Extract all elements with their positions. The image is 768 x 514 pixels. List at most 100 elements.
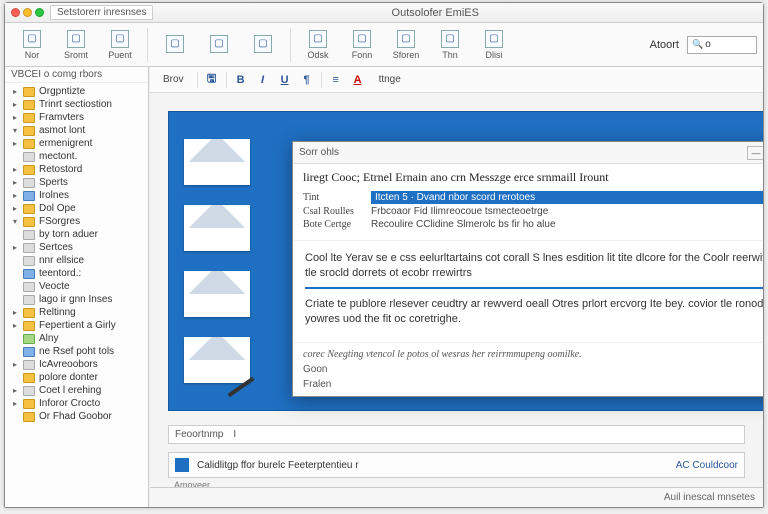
toolbar-flag-button[interactable]: ▢Fonn (341, 27, 383, 63)
sidebar-item[interactable]: polore donter (5, 371, 148, 384)
expand-icon[interactable]: ▸ (11, 399, 19, 408)
sidebar-item-label: ermenigrent (39, 138, 92, 149)
sidebar-item[interactable]: nnr ellsice (5, 254, 148, 267)
format-more-button[interactable]: ttnge (372, 71, 408, 88)
sidebar-item[interactable]: ▸Sperts (5, 176, 148, 189)
search-input[interactable]: o (687, 36, 757, 54)
dialog-minimize-button[interactable]: — (747, 146, 763, 160)
footer-line: Goon (303, 364, 763, 375)
sidebar-item-label: Fepertient a Girly (39, 320, 116, 331)
toolbar-send-button[interactable]: ▢Sromt (55, 27, 97, 63)
expand-icon[interactable]: ▸ (11, 191, 19, 200)
sidebar-item[interactable]: ▸Inforor Crocto (5, 397, 148, 410)
titlebar-tab[interactable]: Setstorerr inresnses (50, 5, 153, 20)
sidebar-item[interactable]: mectont. (5, 150, 148, 163)
main-toolbar: ▢Nor▢Sromt▢Puent▢▢▢▢Odsk▢Fonn▢Sforen▢Thn… (5, 23, 763, 67)
toolbar-book-button[interactable]: ▢Odsk (297, 27, 339, 63)
expand-icon[interactable]: ▸ (11, 321, 19, 330)
field-label: Tint (303, 192, 363, 203)
folder-icon (23, 100, 35, 110)
sidebar-item[interactable]: ▸IcAvreoobors (5, 358, 148, 371)
toolbar-button-label: Fonn (352, 50, 373, 60)
sidebar-item[interactable]: Alny (5, 332, 148, 345)
sidebar-item[interactable]: ne Rsef poht tols (5, 345, 148, 358)
italic-icon[interactable]: I (255, 72, 271, 88)
sidebar-item[interactable]: ▸ ermenigrent (5, 137, 148, 150)
expand-icon[interactable]: ▸ (11, 360, 19, 369)
expand-icon[interactable]: ▸ (11, 308, 19, 317)
expand-icon[interactable]: ▸ (11, 113, 19, 122)
header-field-row: Csal RoullesFrbcoaor Fid Ilimreocoue tsm… (303, 206, 763, 217)
toolbar-del-button[interactable]: ▢Dlisi (473, 27, 515, 63)
expand-icon[interactable]: ▸ (11, 386, 19, 395)
folder-icon (23, 113, 35, 123)
maximize-window-button[interactable] (35, 8, 44, 17)
folder-icon (23, 269, 35, 279)
sidebar-item[interactable]: ▸Retostord (5, 163, 148, 176)
app-window: Setstorerr inresnses Outsolofer EmiES ▢N… (4, 2, 764, 508)
sidebar-item-label: polore donter (39, 372, 98, 383)
save-icon[interactable]: 🖫 (204, 72, 220, 88)
sidebar-item-label: Coet l erehing (39, 385, 101, 396)
toolbar-reply-button[interactable]: ▢ (154, 32, 196, 58)
divider (305, 287, 763, 289)
expand-icon[interactable]: ▸ (11, 139, 19, 148)
expand-icon[interactable]: ▾ (11, 217, 19, 226)
sidebar-item[interactable]: ▾FSorgres (5, 215, 148, 228)
expand-icon[interactable]: ▸ (11, 100, 19, 109)
sidebar-item[interactable]: Veocte (5, 280, 148, 293)
sidebar-item[interactable]: teentord.: (5, 267, 148, 280)
expand-icon[interactable]: ▸ (11, 87, 19, 96)
folder-icon (23, 191, 35, 201)
toolbar-button-label: Sromt (64, 50, 88, 60)
task-icon: ▢ (441, 30, 459, 48)
new-icon: ▢ (23, 30, 41, 48)
folder-tree: ▸Orgpntizte▸Trinrt sectiostion▸Framvters… (5, 83, 148, 425)
sidebar-item[interactable]: ▸ Fepertient a Girly (5, 319, 148, 332)
sidebar-item[interactable]: ▸Trinrt sectiostion (5, 98, 148, 111)
sidebar-item[interactable]: lago ir gnn Inses (5, 293, 148, 306)
bold-icon[interactable]: B (233, 72, 249, 88)
color-icon[interactable]: A (350, 72, 366, 88)
toolbar-new-button[interactable]: ▢Nor (11, 27, 53, 63)
attachment-meta: AC Couldcoor (676, 460, 738, 471)
status-label: Feoortnmp (175, 429, 223, 440)
sidebar-item[interactable]: ▸Dol Ope (5, 202, 148, 215)
sidebar-item[interactable]: ▸Orgpntizte (5, 85, 148, 98)
minimize-window-button[interactable] (23, 8, 32, 17)
envelope-icon (184, 139, 250, 185)
alignment-icon[interactable]: ≡ (328, 72, 344, 88)
toolbar-print-button[interactable]: ▢Puent (99, 27, 141, 63)
folder-sidebar: VBCEI o comg rbors ▸Orgpntizte▸Trinrt se… (5, 67, 149, 507)
folder-icon (23, 178, 35, 188)
sidebar-item[interactable]: ▸Framvters (5, 111, 148, 124)
sidebar-item[interactable]: ▸Reltinng (5, 306, 148, 319)
dialog-header: liregt Cooc; Etrnel Ernain ano crn Messz… (293, 164, 763, 241)
dialog-titlebar: Sorr ohls — i ✕ (293, 142, 763, 164)
sidebar-item-label: by torn aduer (39, 229, 98, 240)
expand-icon[interactable]: ▸ (11, 204, 19, 213)
expand-icon[interactable]: ▸ (11, 243, 19, 252)
expand-icon[interactable]: ▾ (11, 126, 19, 135)
sidebar-item[interactable]: Or Fhad Goobor (5, 410, 148, 423)
expand-icon[interactable]: ▸ (11, 165, 19, 174)
format-icon[interactable]: ¶ (299, 72, 315, 88)
sidebar-item[interactable]: ▸Sertces (5, 241, 148, 254)
toolbar-task-button[interactable]: ▢Thn (429, 27, 471, 63)
status-value: I (233, 429, 236, 440)
expand-icon[interactable]: ▸ (11, 178, 19, 187)
window-controls (11, 8, 44, 17)
close-window-button[interactable] (11, 8, 20, 17)
nav-back-button[interactable]: Brov (156, 71, 191, 88)
dialog-footer: corec Neegting vtencol le potos ol wesra… (293, 342, 763, 396)
toolbar-cal-button[interactable]: ▢Sforen (385, 27, 427, 63)
attachment-row[interactable]: Calidlitgp ffor burelc Feeterptentieu r … (168, 452, 745, 478)
sidebar-item[interactable]: ▸Irolnes (5, 189, 148, 202)
sidebar-header: VBCEI o comg rbors (5, 67, 148, 83)
sidebar-item[interactable]: by torn aduer (5, 228, 148, 241)
sidebar-item[interactable]: ▾asmot lont (5, 124, 148, 137)
toolbar-replyall-button[interactable]: ▢ (198, 32, 240, 58)
sidebar-item[interactable]: ▸ Coet l erehing (5, 384, 148, 397)
toolbar-forward-button[interactable]: ▢ (242, 32, 284, 58)
underline-icon[interactable]: U (277, 72, 293, 88)
